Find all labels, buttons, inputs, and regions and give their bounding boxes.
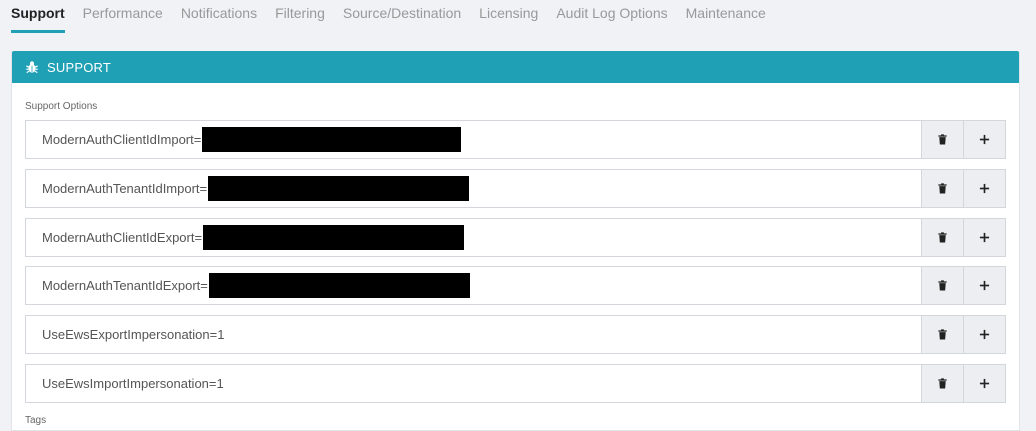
- section-label-support-options: Support Options: [25, 101, 98, 112]
- bug-icon: [26, 61, 38, 74]
- tab-notifications[interactable]: Notifications: [181, 0, 257, 33]
- trash-icon: [938, 280, 947, 291]
- trash-icon: [938, 183, 947, 194]
- option-value: ModernAuthClientIdImport=: [42, 132, 202, 147]
- plus-icon: [979, 134, 990, 145]
- option-field[interactable]: UseEwsExportImpersonation=1: [25, 315, 922, 354]
- plus-icon: [979, 183, 990, 194]
- tab-licensing[interactable]: Licensing: [479, 0, 538, 33]
- delete-button[interactable]: [922, 120, 964, 159]
- tab-maintenance[interactable]: Maintenance: [686, 0, 766, 33]
- option-value: ModernAuthTenantIdExport=: [42, 278, 208, 293]
- plus-icon: [979, 280, 990, 291]
- redacted-block: [208, 273, 470, 298]
- add-button[interactable]: [964, 315, 1006, 354]
- panel-header: SUPPORT: [12, 51, 1019, 83]
- tab-bar: Support Performance Notifications Filter…: [0, 0, 1036, 34]
- delete-button[interactable]: [922, 266, 964, 305]
- option-value: UseEwsExportImpersonation=1: [42, 327, 225, 342]
- tab-source-destination[interactable]: Source/Destination: [343, 0, 461, 33]
- tab-performance[interactable]: Performance: [83, 0, 163, 33]
- tab-audit-log-options[interactable]: Audit Log Options: [556, 0, 667, 33]
- trash-icon: [938, 232, 947, 243]
- delete-button[interactable]: [922, 218, 964, 257]
- redacted-block: [203, 225, 465, 250]
- tab-support[interactable]: Support: [11, 0, 65, 33]
- add-button[interactable]: [964, 266, 1006, 305]
- tab-filtering[interactable]: Filtering: [275, 0, 325, 33]
- plus-icon: [979, 378, 990, 389]
- trash-icon: [938, 329, 947, 340]
- add-button[interactable]: [964, 364, 1006, 403]
- plus-icon: [979, 232, 990, 243]
- option-field[interactable]: ModernAuthTenantIdExport=: [25, 266, 922, 305]
- plus-icon: [979, 329, 990, 340]
- delete-button[interactable]: [922, 315, 964, 354]
- delete-button[interactable]: [922, 364, 964, 403]
- option-row: UseEwsImportImpersonation=1: [25, 364, 1006, 403]
- trash-icon: [938, 378, 947, 389]
- option-field[interactable]: ModernAuthTenantIdImport=: [25, 169, 922, 208]
- option-value: ModernAuthTenantIdImport=: [42, 181, 208, 196]
- option-row: ModernAuthTenantIdImport=: [25, 169, 1006, 208]
- add-button[interactable]: [964, 169, 1006, 208]
- option-row: ModernAuthClientIdImport=: [25, 120, 1006, 159]
- option-field[interactable]: ModernAuthClientIdImport=: [25, 120, 922, 159]
- option-value: UseEwsImportImpersonation=1: [42, 376, 224, 391]
- delete-button[interactable]: [922, 169, 964, 208]
- option-value: ModernAuthClientIdExport=: [42, 230, 203, 245]
- trash-icon: [938, 134, 947, 145]
- option-row: UseEwsExportImpersonation=1: [25, 315, 1006, 354]
- option-field[interactable]: UseEwsImportImpersonation=1: [25, 364, 922, 403]
- panel-title: SUPPORT: [47, 59, 112, 75]
- section-label-tags: Tags: [25, 415, 47, 426]
- support-panel: SUPPORT Support Options ModernAuthClient…: [11, 51, 1020, 431]
- redacted-block: [202, 127, 462, 152]
- option-row: ModernAuthTenantIdExport=: [25, 266, 1006, 305]
- add-button[interactable]: [964, 120, 1006, 159]
- redacted-block: [208, 176, 470, 201]
- option-row: ModernAuthClientIdExport=: [25, 218, 1006, 257]
- add-button[interactable]: [964, 218, 1006, 257]
- option-field[interactable]: ModernAuthClientIdExport=: [25, 218, 922, 257]
